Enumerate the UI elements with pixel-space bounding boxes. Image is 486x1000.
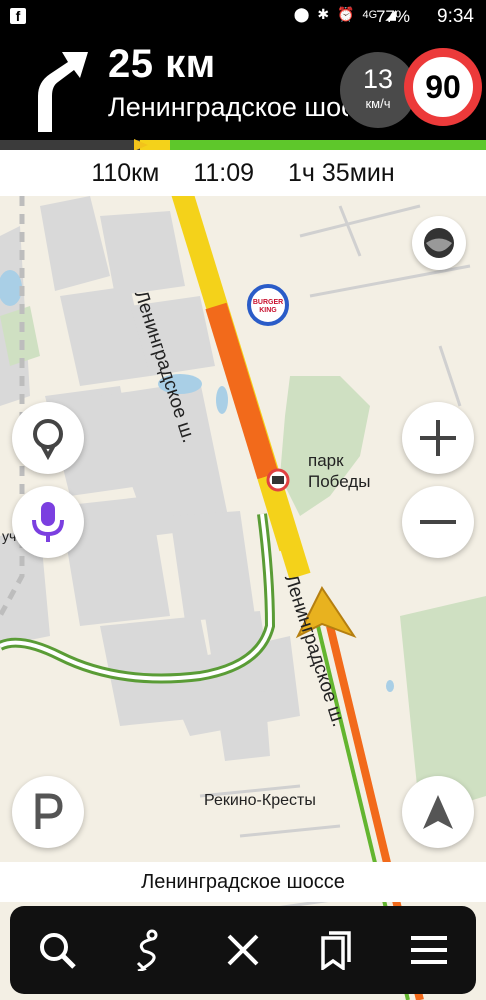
current-speed-unit: км/ч <box>365 96 391 111</box>
battery-percent: 77% <box>375 7 410 26</box>
svg-text:KING: KING <box>259 307 277 314</box>
current-street-label: Ленинградское шоссе <box>0 862 486 902</box>
distance-to-maneuver: 25 км <box>108 42 216 86</box>
bookmarks-button[interactable] <box>306 920 366 980</box>
voice-assistant-button[interactable] <box>12 486 84 558</box>
zoom-in-button[interactable] <box>402 402 474 474</box>
recenter-button[interactable] <box>402 776 474 848</box>
microphone-icon <box>32 502 64 542</box>
menu-icon <box>411 936 448 964</box>
bluetooth-icon: ✱ <box>317 6 330 22</box>
turn-slight-right-icon <box>38 52 88 132</box>
speed-limit-sign: 90 <box>404 48 482 126</box>
route-icon <box>136 929 158 971</box>
minus-icon <box>420 520 456 524</box>
facebook-notification-icon: f <box>10 8 26 24</box>
next-street-name: Ленинградское шоссе <box>108 92 348 122</box>
layers-icon <box>424 228 454 258</box>
zoom-out-button[interactable] <box>402 486 474 558</box>
remaining-time: 1ч 35мин <box>288 158 395 187</box>
park-label: парк Победы <box>308 451 371 491</box>
status-bar: f ⬤ ✱ ⏰ 4G ◢ 77% 9:34 <box>0 0 486 34</box>
village-label: Рекино-Кресты <box>204 792 316 809</box>
plus-icon <box>420 420 456 456</box>
location-icon: ⬤ <box>293 6 310 22</box>
location-pin-icon <box>33 419 63 460</box>
arrival-time: 11:09 <box>193 158 255 187</box>
parking-button[interactable] <box>12 776 84 848</box>
clock: 9:34 <box>437 6 474 27</box>
eta-panel[interactable]: 110км 11:09 1ч 35мин <box>0 150 486 196</box>
parking-icon <box>35 793 63 829</box>
cancel-route-button[interactable] <box>213 920 273 980</box>
poi-burger-king-label: BURGER <box>253 299 283 306</box>
layers-button[interactable] <box>412 216 466 270</box>
search-icon <box>39 933 76 969</box>
search-poi-button[interactable] <box>12 402 84 474</box>
menu-button[interactable] <box>399 920 459 980</box>
navigation-arrow-icon <box>423 795 453 829</box>
bookmarks-icon <box>321 931 351 970</box>
remaining-distance: 110км <box>91 158 160 187</box>
route-button[interactable] <box>120 920 180 980</box>
route-traffic-bar <box>0 139 486 151</box>
bottom-toolbar <box>10 906 476 994</box>
maneuver-panel[interactable]: 25 км Ленинградское шоссе 13 км/ч 90 <box>0 34 486 140</box>
close-icon <box>227 934 259 966</box>
alarm-icon: ⏰ <box>337 6 355 22</box>
search-button[interactable] <box>27 920 87 980</box>
